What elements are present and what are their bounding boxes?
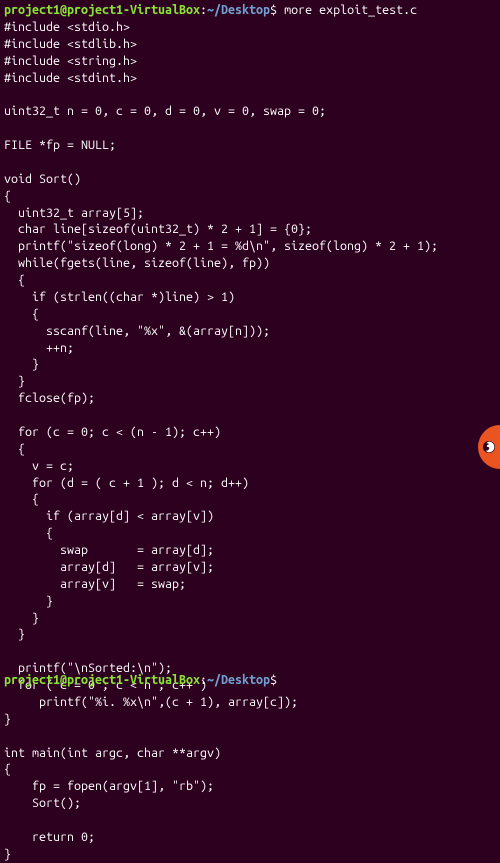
code-line: for (d = ( c + 1 ); d < n; d++) [4,476,249,490]
code-line: FILE *fp = NULL; [4,138,116,152]
code-line: } [4,594,53,608]
code-line: char line[sizeof(uint32_t) * 2 + 1] = {0… [4,222,312,236]
code-line: #include <string.h> [4,54,137,68]
code-line: return 0; [4,830,95,844]
code-line: v = c; [4,459,74,473]
bottom-prompt: project1@project1-VirtualBox:~/Desktop$ [4,672,277,689]
code-line: while(fgets(line, sizeof(line), fp)) [4,256,270,270]
code-line: { [4,307,39,321]
code-line: printf("sizeof(long) * 2 + 1 = %d\n", si… [4,239,438,253]
prompt-path: ~/Desktop [207,3,270,17]
code-line: printf("%i. %x\n",(c + 1), array[c]); [4,695,298,709]
code-line: uint32_t n = 0, c = 0, d = 0, v = 0, swa… [4,104,326,118]
code-line: } [4,712,11,726]
code-line: } [4,357,39,371]
terminal-output[interactable]: project1@project1-VirtualBox:~/Desktop$ … [4,2,496,863]
code-line: Sort(); [4,796,81,810]
code-line: ++n; [4,341,74,355]
code-line: { [4,492,39,506]
code-line: #include <stdint.h> [4,71,137,85]
code-line: sscanf(line, "%x", &(array[n])); [4,324,270,338]
prompt-separator: : [200,3,207,17]
code-line: swap = array[d]; [4,543,214,557]
code-line: if (strlen((char *)line) > 1) [4,290,235,304]
code-line: for (c = 0; c < (n - 1); c++) [4,425,221,439]
code-line: { [4,526,53,540]
code-line: } [4,611,39,625]
code-line: array[d] = array[v]; [4,560,214,574]
code-line: void Sort() [4,172,81,186]
code-line: } [4,847,11,861]
code-line: if (array[d] < array[v]) [4,509,214,523]
prompt-user-host-bottom: project1@project1-VirtualBox [4,673,200,687]
code-line: array[v] = swap; [4,577,186,591]
code-line: { [4,189,11,203]
code-line: { [4,442,25,456]
code-line: #include <stdlib.h> [4,37,137,51]
code-line: uint32_t array[5]; [4,206,144,220]
prompt-user-host: project1@project1-VirtualBox [4,3,200,17]
command-text: more exploit_test.c [284,3,417,17]
code-line: { [4,762,11,776]
code-line: int main(int argc, char **argv) [4,746,221,760]
firefox-icon [481,439,497,455]
code-line: fclose(fp); [4,391,95,405]
code-line: #include <stdio.h> [4,20,130,34]
code-line: { [4,273,25,287]
code-line: } [4,374,25,388]
code-line: fp = fopen(argv[1], "rb"); [4,779,214,793]
code-line: } [4,627,25,641]
prompt-symbol: $ [270,3,277,17]
